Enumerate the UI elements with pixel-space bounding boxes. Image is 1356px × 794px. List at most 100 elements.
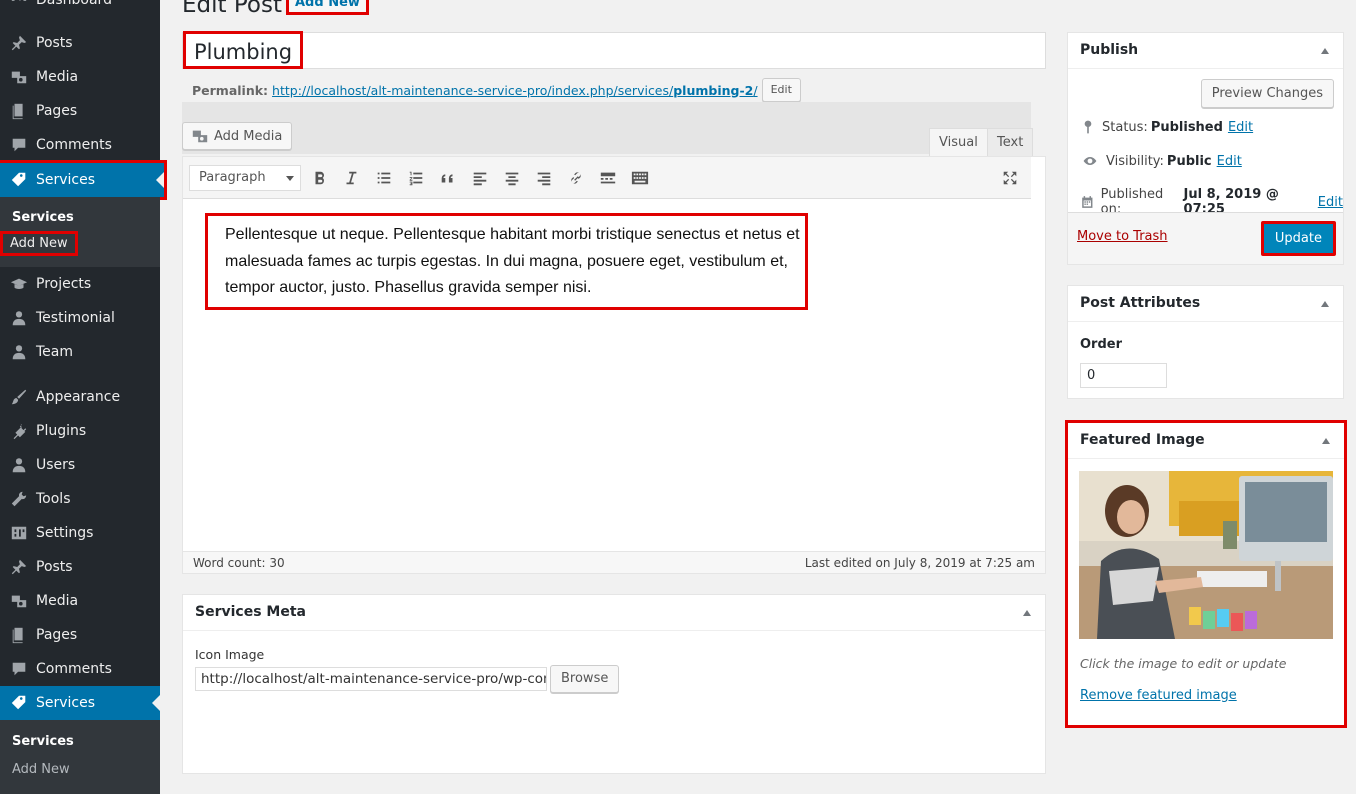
services-meta-header[interactable]: Services Meta (183, 595, 1045, 631)
sidebar-item-label: Media (36, 593, 79, 609)
chevron-down-icon (286, 176, 294, 181)
featured-image-thumbnail[interactable] (1079, 471, 1333, 639)
pushpin-icon (9, 557, 29, 577)
sidebar-item-posts-2[interactable]: Posts (0, 550, 160, 584)
post-attributes-header[interactable]: Post Attributes (1068, 286, 1343, 322)
align-right-icon[interactable] (534, 168, 554, 188)
order-input[interactable]: 0 (1080, 363, 1167, 388)
user-icon (9, 342, 29, 362)
featured-image-caption: Click the image to edit or update (1080, 656, 1287, 671)
sidebar-item-label: Appearance (36, 389, 121, 405)
sidebar-item-services[interactable]: Services (0, 160, 167, 200)
sidebar-item-tools[interactable]: Tools (0, 482, 160, 516)
sidebar-item-testimonial[interactable]: Testimonial (0, 301, 160, 335)
dashboard-icon (9, 0, 29, 10)
move-to-trash-link[interactable]: Move to Trash (1077, 229, 1168, 244)
update-button[interactable]: Update (1260, 221, 1336, 256)
align-left-icon[interactable] (470, 168, 490, 188)
remove-featured-image-link[interactable]: Remove featured image (1080, 688, 1237, 703)
submenu-add-new-2[interactable]: Add New (12, 762, 70, 777)
browse-button[interactable]: Browse (550, 665, 620, 693)
admin-sidebar: Dashboard Posts Media Pages Comments Ser… (0, 0, 167, 794)
collapse-arrow-icon[interactable] (1322, 438, 1330, 444)
pages-icon (9, 625, 29, 645)
align-center-icon[interactable] (502, 168, 522, 188)
sidebar-item-comments-2[interactable]: Comments (0, 652, 160, 686)
status-edit-link[interactable]: Edit (1228, 120, 1253, 135)
collapse-arrow-icon[interactable] (1321, 48, 1329, 54)
permalink-edit-button[interactable]: Edit (761, 78, 801, 102)
sidebar-item-label: Settings (36, 525, 94, 541)
sidebar-item-services-2[interactable]: Services (0, 686, 160, 720)
sidebar-item-label: Dashboard (36, 0, 112, 8)
read-more-icon[interactable] (598, 168, 618, 188)
link-icon[interactable] (566, 168, 586, 188)
page-title: Edit Post (182, 0, 282, 18)
sidebar-item-label: Projects (36, 276, 92, 292)
submenu-services-2[interactable]: Services (12, 734, 74, 749)
post-title-field[interactable]: Plumbing (182, 31, 1046, 69)
numbered-list-icon[interactable] (406, 168, 426, 188)
sidebar-item-label: Team (36, 344, 74, 360)
format-select[interactable]: Paragraph (189, 165, 301, 191)
sidebar-item-label: Testimonial (36, 310, 115, 326)
bold-icon[interactable] (310, 168, 330, 188)
sidebar-item-plugins[interactable]: Plugins (0, 414, 160, 448)
graduation-cap-icon (9, 274, 29, 294)
preview-changes-button[interactable]: Preview Changes (1200, 79, 1334, 108)
collapse-arrow-icon[interactable] (1023, 610, 1031, 616)
sidebar-item-label: Pages (36, 103, 78, 119)
permalink-link[interactable]: http://localhost/alt-maintenance-service… (272, 83, 758, 98)
sidebar-item-label: Posts (36, 559, 73, 575)
icon-image-label: Icon Image (195, 647, 265, 662)
featured-image-box: Featured Image Click the image to edit o… (1065, 420, 1347, 728)
permalink-row: Permalink: http://localhost/alt-maintena… (192, 78, 801, 102)
tag-icon (9, 693, 29, 713)
order-label: Order (1080, 337, 1122, 352)
icon-image-input[interactable]: http://localhost/alt-maintenance-service… (195, 667, 547, 691)
visibility-edit-link[interactable]: Edit (1217, 154, 1242, 169)
sidebar-item-label: Plugins (36, 423, 87, 439)
sidebar-item-label: Services (36, 695, 96, 711)
sidebar-item-posts[interactable]: Posts (0, 26, 160, 60)
sidebar-item-projects[interactable]: Projects (0, 267, 160, 301)
featured-image-header[interactable]: Featured Image (1068, 423, 1344, 459)
submenu-services[interactable]: Services (12, 210, 74, 225)
sidebar-item-media-2[interactable]: Media (0, 584, 160, 618)
settings-icon (9, 523, 29, 543)
sidebar-item-pages[interactable]: Pages (0, 94, 160, 128)
submenu-add-new[interactable]: Add New (0, 231, 78, 256)
content-editor: Paragraph Pellentesque ut neque. Pellent… (182, 156, 1046, 574)
italic-icon[interactable] (341, 168, 361, 188)
toolbar-toggle-icon[interactable] (630, 168, 650, 188)
sidebar-item-media[interactable]: Media (0, 60, 160, 94)
sidebar-item-label: Comments (36, 661, 112, 677)
word-count: Word count: 30 (193, 556, 285, 570)
tab-text[interactable]: Text (987, 128, 1034, 157)
sidebar-item-label: Pages (36, 627, 78, 643)
editor-toolbar: Paragraph (183, 157, 1031, 199)
post-content[interactable]: Pellentesque ut neque. Pellentesque habi… (205, 213, 808, 310)
comment-icon (9, 135, 29, 155)
pushpin-icon (9, 33, 29, 53)
sidebar-item-settings[interactable]: Settings (0, 516, 160, 550)
fullscreen-icon[interactable] (1000, 168, 1020, 188)
bullet-list-icon[interactable] (374, 168, 394, 188)
plugin-icon (9, 421, 29, 441)
sidebar-item-dashboard[interactable]: Dashboard (0, 0, 160, 17)
sidebar-item-appearance[interactable]: Appearance (0, 380, 160, 414)
blockquote-icon[interactable] (438, 168, 458, 188)
add-media-button[interactable]: Add Media (182, 122, 293, 150)
post-title-text[interactable]: Plumbing (183, 31, 304, 69)
tab-visual[interactable]: Visual (929, 128, 988, 157)
publish-header[interactable]: Publish (1068, 33, 1343, 69)
date-edit-link[interactable]: Edit (1318, 195, 1343, 210)
media-icon (9, 591, 29, 611)
sidebar-item-comments[interactable]: Comments (0, 128, 160, 162)
collapse-arrow-icon[interactable] (1321, 301, 1329, 307)
sidebar-item-label: Services (36, 172, 96, 188)
add-new-button[interactable]: Add New (286, 0, 369, 15)
sidebar-item-users[interactable]: Users (0, 448, 160, 482)
sidebar-item-pages-2[interactable]: Pages (0, 618, 160, 652)
sidebar-item-team[interactable]: Team (0, 335, 160, 369)
